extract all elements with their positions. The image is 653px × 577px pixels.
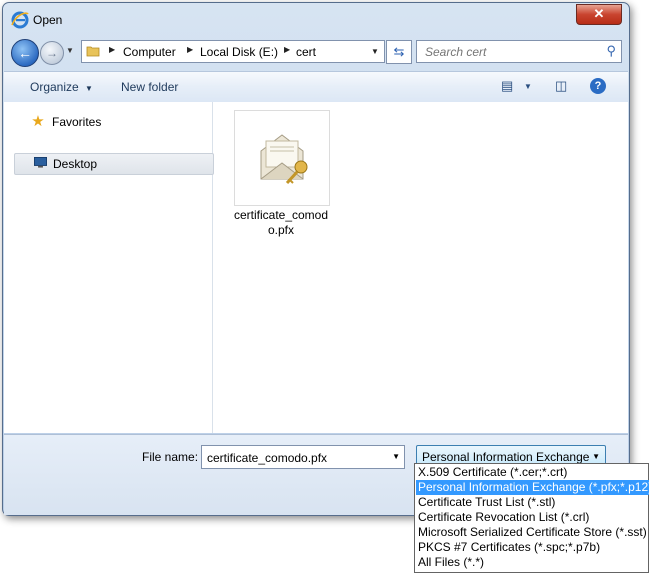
- address-dropdown-arrow-icon[interactable]: ▼: [366, 41, 384, 62]
- close-button[interactable]: ✕: [576, 4, 622, 25]
- file-type-option[interactable]: Microsoft Serialized Certificate Store (…: [416, 525, 649, 540]
- folder-icon: [86, 46, 100, 57]
- view-options-dropdown-icon[interactable]: ▼: [524, 82, 532, 91]
- window-title: Open: [33, 13, 63, 27]
- refresh-button[interactable]: ⇆: [386, 40, 412, 64]
- sidebar-item-label: Desktop: [53, 157, 98, 171]
- search-input[interactable]: [423, 43, 597, 61]
- file-name-input[interactable]: [205, 449, 387, 466]
- recent-locations-dropdown[interactable]: ▼: [66, 46, 76, 56]
- file-name: certificate_comodo.pfx: [233, 208, 329, 237]
- title-bar[interactable]: Open ✕: [3, 3, 629, 33]
- internet-explorer-icon: [11, 11, 29, 29]
- refresh-icon: ⇆: [393, 44, 405, 59]
- new-folder-button[interactable]: New folder: [121, 80, 178, 94]
- file-type-option[interactable]: X.509 Certificate (*.cer;*.crt): [416, 465, 649, 480]
- breadcrumb-local-disk[interactable]: Local Disk (E:): [200, 45, 278, 59]
- sidebar-item-desktop[interactable]: Desktop: [14, 153, 214, 175]
- sidebar-item-favorites[interactable]: ★ Favorites: [14, 112, 212, 132]
- chevron-down-icon: ▼: [66, 46, 74, 55]
- breadcrumb-separator-icon[interactable]: ▶: [284, 45, 290, 54]
- forward-button[interactable]: →: [40, 41, 64, 65]
- breadcrumb-separator-icon[interactable]: ▶: [187, 45, 193, 54]
- preview-pane-icon[interactable]: ◫: [555, 78, 567, 94]
- file-type-option[interactable]: All Files (*.*): [416, 555, 649, 570]
- sidebar-item-label: Favorites: [52, 115, 102, 129]
- organize-button[interactable]: Organize ▼: [30, 80, 93, 94]
- help-icon[interactable]: ?: [590, 78, 606, 94]
- desktop-icon: [34, 157, 47, 168]
- arrow-left-icon: ←: [18, 45, 32, 61]
- certificate-icon: [260, 134, 308, 185]
- chevron-down-icon: ▼: [592, 452, 600, 461]
- file-type-option[interactable]: Certificate Revocation List (*.crl): [416, 510, 649, 525]
- change-view-icon[interactable]: ▤: [501, 78, 513, 94]
- file-type-dropdown-list: X.509 Certificate (*.cer;*.crt) Personal…: [414, 463, 652, 573]
- address-bar[interactable]: ▶ Computer ▶ Local Disk (E:) ▶ cert ▼: [81, 40, 385, 63]
- search-box[interactable]: ⚲: [416, 40, 622, 63]
- chevron-down-icon[interactable]: ▼: [392, 452, 400, 461]
- file-thumbnail[interactable]: [234, 110, 330, 206]
- arrow-right-icon: →: [46, 46, 58, 60]
- file-name-label: File name:: [142, 450, 199, 464]
- command-toolbar: Organize ▼ New folder ▤ ▼ ◫ ?: [4, 71, 628, 103]
- star-icon: ★: [31, 113, 45, 130]
- breadcrumb-computer[interactable]: Computer: [123, 45, 176, 59]
- breadcrumb-separator-icon[interactable]: ▶: [109, 45, 115, 54]
- navigation-bar: ← → ▼ ▶ Computer ▶ Local Disk (E:) ▶ cer…: [3, 37, 629, 67]
- file-type-option[interactable]: Certificate Trust List (*.stl): [416, 495, 649, 510]
- organize-label: Organize: [30, 80, 79, 94]
- content-area: ★ Favorites Desktop certificate_comodo.p…: [4, 102, 628, 433]
- file-type-value: Personal Information Exchange: [422, 450, 590, 464]
- breadcrumb-cert[interactable]: cert: [296, 45, 316, 59]
- file-type-option-selected[interactable]: Personal Information Exchange (*.pfx;*.p…: [416, 480, 652, 495]
- navigation-pane: ★ Favorites Desktop: [4, 102, 214, 433]
- file-type-option[interactable]: PKCS #7 Certificates (*.spc;*.p7b): [416, 540, 649, 555]
- chevron-down-icon: ▼: [85, 84, 93, 93]
- back-button[interactable]: ←: [11, 39, 39, 67]
- file-name-combobox[interactable]: ▼: [201, 445, 405, 469]
- search-icon[interactable]: ⚲: [606, 43, 616, 59]
- open-dialog: Open ✕ ← → ▼ ▶ Computer ▶ Local Disk (E:…: [2, 2, 630, 516]
